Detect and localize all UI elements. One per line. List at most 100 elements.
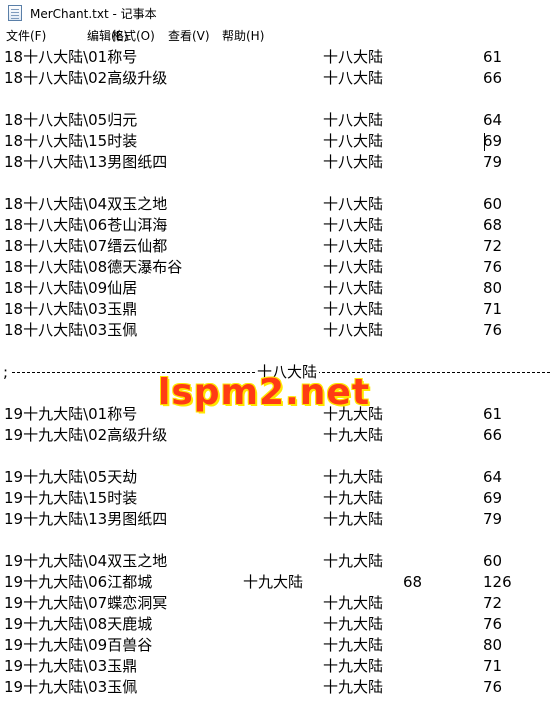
entry-region: 十八大陆 [323,321,384,339]
entry-path: 18十八大陆\08德天瀑布谷 [4,258,183,276]
entry-region: 十九大陆 [323,657,384,675]
notepad-icon [8,5,22,21]
text-line: 19十九大陆\09百兽谷 十九大陆 80 [0,635,550,656]
entry-level: 68 [483,216,503,234]
entry-path: 19十九大陆\03玉佩 [4,678,138,696]
text-line: 19十九大陆\13男图纸四 十九大陆 79 [0,509,550,530]
entry-region: 十八大陆 [323,258,384,276]
entry-level: 79 [483,510,503,528]
entry-path: 19十九大陆\07蝶恋洞冥 [4,594,168,612]
entry-level: 71 [483,300,503,318]
entry-path: 19十九大陆\03玉鼎 [4,657,138,675]
text-line: 19十九大陆\03玉鼎 十九大陆 71 [0,656,550,677]
entry-path: 18十八大陆\13男图纸四 [4,153,168,171]
entry-region: 十九大陆 [323,636,384,654]
entry-path: 19十九大陆\05天劫 [4,468,138,486]
entry-path: 18十八大陆\03玉佩 [4,321,138,339]
entry-level: 66 [483,426,503,444]
entry-path: 18十八大陆\09仙居 [4,279,138,297]
text-line: 18十八大陆\05归元 十八大陆 64 [0,110,550,131]
text-line: 18十八大陆\02高级升级 十八大陆 66 [0,68,550,89]
entry-region: 十九大陆 [323,489,384,507]
text-line: 18十八大陆\06苍山洱海 十八大陆 68 [0,215,550,236]
entry-path: 19十九大陆\01称号 [4,405,138,423]
text-line: 19十九大陆\03玉佩 十九大陆 76 [0,677,550,698]
entry-region: 十八大陆 [323,111,384,129]
entry-level: 69 [483,489,503,507]
notepad-window: MerChant.txt - 记事本 文件(F) 编辑(E) 格式(O) 查看(… [0,0,550,720]
text-line: 18十八大陆\07缙云仙都 十八大陆 72 [0,236,550,257]
entry-path: 18十八大陆\01称号 [4,48,138,66]
entry-level: 71 [483,657,503,675]
entry-level: 76 [483,321,503,339]
separator-prefix: ; [3,363,9,381]
entry-level: 76 [483,258,503,276]
text-line: 19十九大陆\07蝶恋洞冥 十九大陆 72 [0,593,550,614]
entry-level: 76 [483,678,503,696]
text-line: 18十八大陆\09仙居 十八大陆 80 [0,278,550,299]
entry-level: 60 [483,552,503,570]
entry-path: 19十九大陆\02高级升级 [4,426,168,444]
entry-level: 61 [483,48,503,66]
entry-region: 十九大陆 [243,573,304,591]
entry-region: 十八大陆 [323,300,384,318]
text-line: 18十八大陆\13男图纸四 十八大陆 79 [0,152,550,173]
entry-region: 十八大陆 [323,153,384,171]
watermark: lspm2.net [158,372,371,413]
entry-path: 18十八大陆\03玉鼎 [4,300,138,318]
text-line: 18十八大陆\15时装 十八大陆 69 [0,131,550,152]
entry-path: 18十八大陆\02高级升级 [4,69,168,87]
entry-region: 十八大陆 [323,132,384,150]
entry-region: 十八大陆 [323,237,384,255]
text-line: 18十八大陆\01称号 十八大陆 61 [0,47,550,68]
text-line: 18十八大陆\08德天瀑布谷 十八大陆 76 [0,257,550,278]
entry-level: 80 [483,279,503,297]
menu-help[interactable]: 帮助(H) [222,28,264,44]
entry-path: 19十九大陆\09百兽谷 [4,636,153,654]
text-line: 18十八大陆\03玉鼎 十八大陆 71 [0,299,550,320]
entry-region: 十九大陆 [323,468,384,486]
entry-path: 19十九大陆\15时装 [4,489,138,507]
menu-format[interactable]: 格式(O) [112,28,155,44]
menu-file[interactable]: 文件(F) [6,28,46,44]
entry-region: 十九大陆 [323,678,384,696]
entry-path: 19十九大陆\06江都城 [4,573,153,591]
text-line: 19十九大陆\05天劫 十九大陆 64 [0,467,550,488]
entry-region: 十八大陆 [323,195,384,213]
text-line: 18十八大陆\03玉佩 十八大陆 76 [0,320,550,341]
entry-path: 18十八大陆\04双玉之地 [4,195,168,213]
entry-region: 十九大陆 [323,594,384,612]
entry-region: 十九大陆 [323,510,384,528]
entry-region: 十九大陆 [323,426,384,444]
entry-level: 79 [483,153,503,171]
text-editor[interactable]: 18十八大陆\01称号 十八大陆 61 18十八大陆\02高级升级 十八大陆 66 18十八… [0,46,550,720]
entry-extra: 126 [483,573,512,591]
menu-view[interactable]: 查看(V) [168,28,210,44]
window-title: MerChant.txt - 记事本 [30,6,157,21]
entry-path: 19十九大陆\13男图纸四 [4,510,168,528]
entry-level: 68 [403,573,423,591]
entry-path: 18十八大陆\07缙云仙都 [4,237,168,255]
entry-region: 十九大陆 [323,552,384,570]
entry-region: 十八大陆 [323,48,384,66]
entry-path: 19十九大陆\04双玉之地 [4,552,168,570]
entry-level: 66 [483,69,503,87]
entry-level: 64 [483,111,503,129]
entry-level: 60 [483,195,503,213]
title-bar: MerChant.txt - 记事本 [0,0,550,26]
text-line: 19十九大陆\04双玉之地 十九大陆 60 [0,551,550,572]
text-line: 19十九大陆\08天鹿城 十九大陆 76 [0,614,550,635]
text-line: 19十九大陆\02高级升级 十九大陆 66 [0,425,550,446]
entry-level: 69 [483,132,503,150]
entry-level: 72 [483,237,503,255]
entry-region: 十八大陆 [323,216,384,234]
entry-region: 十九大陆 [323,615,384,633]
entry-level: 72 [483,594,503,612]
text-line: 19十九大陆\15时装 十九大陆 69 [0,488,550,509]
entry-level: 61 [483,405,503,423]
